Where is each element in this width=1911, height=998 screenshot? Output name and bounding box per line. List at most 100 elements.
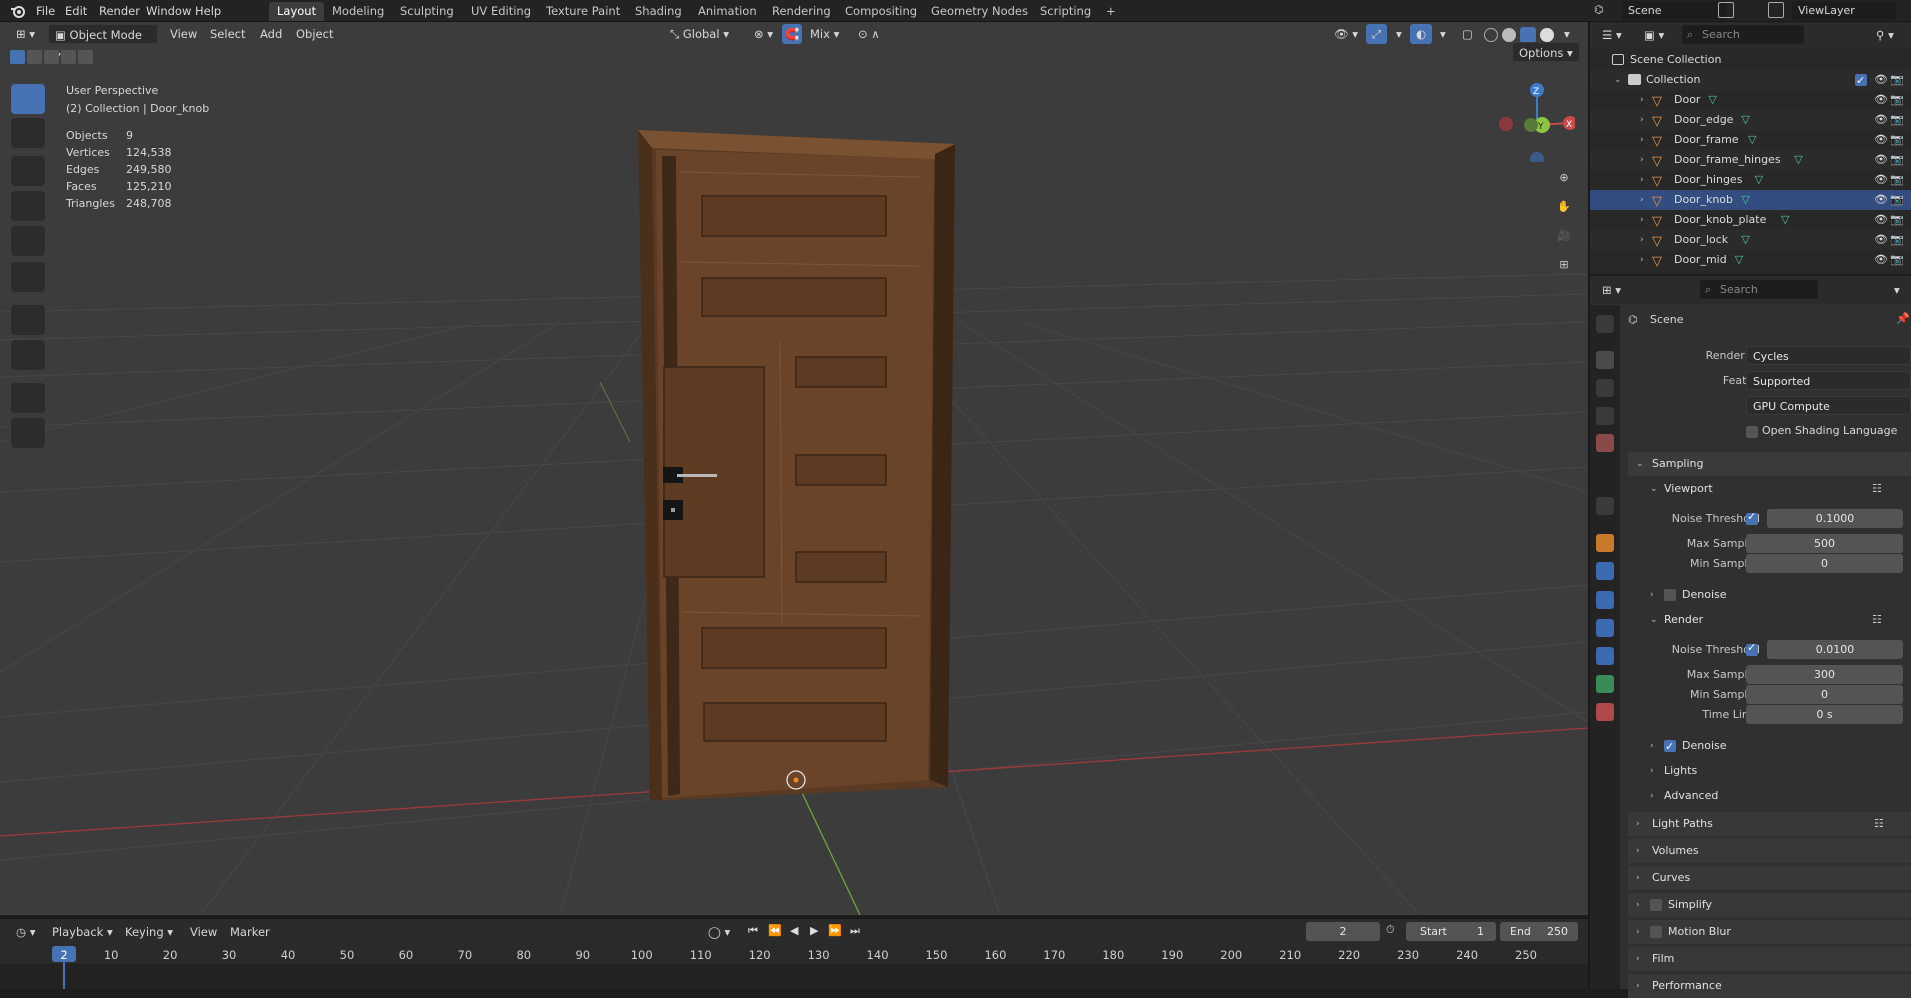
menu-view[interactable]: View — [164, 24, 203, 44]
play-reverse-icon[interactable]: ◀ — [790, 924, 798, 937]
viewport-denoise-subpanel[interactable]: › Denoise — [1644, 585, 1911, 605]
viewport-max-samples-field[interactable]: 500 — [1746, 534, 1903, 553]
panel-light-paths[interactable]: › Light Paths ☷ — [1628, 812, 1911, 836]
outliner-item-door-knob[interactable]: › ▽ Door_knob ▽ 👁 📷 — [1590, 190, 1911, 210]
menu-edit[interactable]: Edit — [65, 3, 87, 19]
options-button[interactable]: Options ▾ — [1512, 42, 1580, 62]
material-tab-icon[interactable] — [1596, 703, 1614, 721]
chevron-right-icon[interactable]: › — [1640, 110, 1644, 130]
tab-layout[interactable]: Layout — [269, 2, 325, 21]
pan-hand-icon[interactable]: ✋ — [1553, 196, 1575, 218]
menu-window[interactable]: Window — [146, 3, 191, 19]
render-tab-icon[interactable] — [1596, 351, 1614, 369]
eye-icon[interactable]: 👁 — [1874, 150, 1888, 170]
feature-set-select[interactable]: Supported — [1746, 371, 1911, 390]
camera-icon[interactable]: 📷 — [1890, 170, 1904, 190]
chevron-right-icon[interactable]: › — [1640, 90, 1644, 110]
viewport-subpanel-header[interactable]: ⌄ Viewport ☷ — [1644, 479, 1911, 499]
chevron-right-icon[interactable]: › — [1640, 130, 1644, 150]
jump-start-icon[interactable]: ⏮ — [748, 924, 758, 938]
tab-texture-paint[interactable]: Texture Paint — [538, 2, 628, 21]
start-frame-field[interactable]: Start 1 — [1406, 922, 1496, 941]
scene-icon[interactable]: ⌬ — [1594, 3, 1618, 19]
camera-view-icon[interactable]: 🎥 — [1553, 225, 1575, 247]
tab-compositing[interactable]: Compositing — [837, 2, 925, 21]
outliner-item-door[interactable]: › ▽ Door ▽ 👁 📷 — [1590, 90, 1911, 110]
outliner-item-door-lock[interactable]: › ▽ Door_lock ▽ 👁 📷 — [1590, 230, 1911, 250]
panel-performance[interactable]: › Performance — [1628, 974, 1911, 998]
select-intersect-icon[interactable] — [78, 50, 93, 64]
panel-enable-checkbox[interactable] — [1650, 899, 1662, 911]
eye-icon[interactable]: 👁 — [1874, 250, 1888, 270]
eye-icon[interactable]: 👁 — [1874, 170, 1888, 190]
select-new-icon[interactable] — [10, 50, 25, 64]
panel-film[interactable]: › Film — [1628, 947, 1911, 971]
menu-select[interactable]: Select — [204, 24, 251, 44]
view-layer-tab-icon[interactable] — [1596, 407, 1614, 425]
xray-toggle[interactable]: ▢ — [1456, 24, 1479, 44]
render-min-samples-field[interactable]: 0 — [1746, 685, 1903, 704]
preview-range-icon[interactable]: ⏱ — [1386, 923, 1395, 937]
perspective-toggle-icon[interactable]: ⊞ — [1553, 254, 1575, 276]
camera-icon[interactable]: 📷 — [1890, 150, 1904, 170]
add-workspace-button[interactable]: + — [1098, 2, 1124, 21]
snap-toggle[interactable]: 🧲 — [782, 24, 802, 44]
outliner-item-door-mid[interactable]: › ▽ Door_mid ▽ 👁 📷 — [1590, 250, 1911, 270]
pivot-select[interactable]: ⊗ ▾ — [748, 24, 779, 44]
outliner-scene-collection[interactable]: Scene Collection — [1590, 50, 1911, 70]
lights-subpanel[interactable]: › Lights — [1644, 761, 1911, 781]
eye-icon[interactable]: 👁 — [1874, 230, 1888, 250]
render-denoise-subpanel[interactable]: › Denoise — [1644, 736, 1911, 757]
camera-icon[interactable]: 📷 — [1890, 130, 1904, 150]
outliner-item-door-knob-plate[interactable]: › ▽ Door_knob_plate ▽ 👁 📷 — [1590, 210, 1911, 230]
move-tool-icon[interactable] — [11, 156, 45, 186]
tool-tab-icon[interactable] — [1596, 315, 1614, 333]
object-tab-icon[interactable] — [1596, 534, 1614, 552]
data-tab-icon[interactable] — [1596, 675, 1614, 693]
eye-icon[interactable]: 👁 — [1874, 70, 1888, 90]
viewport-noise-threshold-field[interactable]: 0.1000 — [1767, 509, 1903, 528]
world-tab-icon[interactable] — [1596, 497, 1614, 515]
annotate-tool-icon[interactable] — [11, 305, 45, 335]
menu-help[interactable]: Help — [195, 3, 221, 19]
eye-icon[interactable]: 👁 — [1874, 130, 1888, 150]
viewport-noise-threshold-checkbox[interactable] — [1746, 510, 1758, 525]
menu-add[interactable]: Add — [254, 24, 288, 44]
eye-icon[interactable]: 👁 — [1874, 90, 1888, 110]
overlay-toggle[interactable]: ◐ — [1410, 24, 1433, 44]
gizmo-toggle[interactable]: ⤢ — [1366, 24, 1388, 44]
navigation-gizmo[interactable]: Z X Y — [1495, 82, 1577, 166]
osl-checkbox[interactable] — [1746, 426, 1758, 438]
view-layer-icon[interactable] — [1768, 2, 1784, 18]
menu-object[interactable]: Object — [290, 24, 339, 44]
tab-rendering[interactable]: Rendering — [764, 2, 839, 21]
panel-simplify[interactable]: › Simplify — [1628, 893, 1911, 917]
outliner-item-door-frame[interactable]: › ▽ Door_frame ▽ 👁 📷 — [1590, 130, 1911, 150]
end-frame-field[interactable]: End 250 — [1500, 922, 1578, 941]
tab-scripting[interactable]: Scripting — [1032, 2, 1099, 21]
device-select[interactable]: GPU Compute — [1746, 396, 1911, 415]
current-frame-field[interactable]: 2 — [1306, 922, 1380, 941]
filter-button[interactable]: ⚲ ▾ — [1870, 25, 1900, 45]
collection-exclude-checkbox[interactable] — [1855, 71, 1867, 91]
tab-shading[interactable]: Shading — [627, 2, 690, 21]
render-engine-select[interactable]: Cycles — [1746, 346, 1911, 365]
outliner-editor-type-button[interactable]: ☰ ▾ — [1596, 25, 1628, 45]
mode-select[interactable]: ▣ Object Mode ▾ — [48, 24, 158, 62]
outliner-collection[interactable]: ⌄ Collection 👁 📷 — [1590, 70, 1911, 91]
chevron-right-icon[interactable]: › — [1640, 230, 1644, 250]
add-cube-tool-icon[interactable] — [11, 383, 45, 413]
eye-icon[interactable]: 👁 — [1874, 110, 1888, 130]
scale-tool-icon[interactable] — [11, 226, 45, 256]
sampling-panel-header[interactable]: ⌄ Sampling — [1628, 452, 1911, 476]
constraints-tab-icon[interactable] — [1596, 647, 1614, 665]
timeline-area[interactable]: 2 10 20 30 40 50 60 70 80 90 100 110 120 130 140 150 160… — [0, 944, 1588, 989]
presets-list-icon[interactable]: ☷ — [1872, 610, 1882, 630]
menu-file[interactable]: File — [36, 3, 55, 19]
select-extend-icon[interactable] — [27, 50, 42, 64]
chevron-right-icon[interactable]: › — [1640, 170, 1644, 190]
panel-volumes[interactable]: › Volumes — [1628, 839, 1911, 863]
outliner-item-door-frame-hinges[interactable]: › ▽ Door_frame_hinges ▽ 👁 📷 — [1590, 150, 1911, 170]
particles-tab-icon[interactable] — [1596, 591, 1614, 609]
camera-icon[interactable]: 📷 — [1890, 230, 1904, 250]
